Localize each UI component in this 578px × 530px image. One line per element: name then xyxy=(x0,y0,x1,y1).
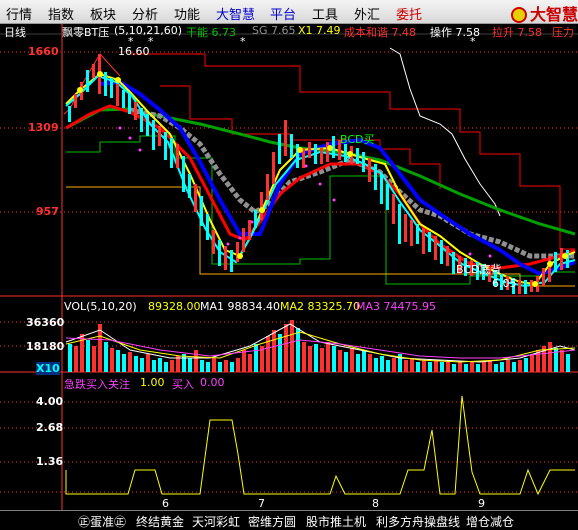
period-label[interactable]: 日线 xyxy=(4,24,26,40)
date-label-7: 7 xyxy=(258,497,265,510)
menu-quotes[interactable]: 行情 xyxy=(6,4,32,23)
signal-label-high: 4.00 xyxy=(36,395,64,408)
vol-ma3: MA3 74475.95 xyxy=(356,300,436,313)
tab-zengcang[interactable]: 增仓减仓 xyxy=(466,513,514,530)
vol-unit-label: X10 xyxy=(36,362,60,375)
tab-tuituji[interactable]: 股市推土机 xyxy=(306,513,366,530)
brand-logo-icon xyxy=(510,7,527,23)
date-label-6: 6 xyxy=(162,497,169,510)
price-label-low: 957 xyxy=(36,205,59,218)
low-price-label: 6.05 xyxy=(492,277,517,290)
indicator-value-6: 拉升 7.58 xyxy=(492,26,542,39)
bottom-annotation: BCD底背 xyxy=(456,263,502,276)
brand-logo: 大智慧 xyxy=(510,1,578,25)
date-label-9: 9 xyxy=(478,497,485,510)
indicator-value-3: X1 7.49 xyxy=(298,24,341,37)
tab-liduo[interactable]: 利多方舟操盘线 xyxy=(376,513,460,530)
menu-function[interactable]: 功能 xyxy=(174,4,200,23)
signal-buy-value: 0.00 xyxy=(200,376,225,389)
menu-bar: 行情 指数 板块 分析 功能 大智慧 平台 工具 外汇 委托 大智慧 xyxy=(0,0,578,24)
star-marker-4: * xyxy=(470,35,476,48)
signal-label-low: 1.36 xyxy=(36,455,64,468)
high-price-label: 16.60 xyxy=(118,45,150,58)
indicator-tab-bar: ㊣蛋准㊣ 终结黄金 天河彩虹 密维方圆 股市推土机 利多方舟操盘线 增仓减仓 xyxy=(0,510,578,530)
menu-forex[interactable]: 外汇 xyxy=(354,4,380,23)
price-label-mid: 1309 xyxy=(28,121,59,134)
menu-platform[interactable]: 平台 xyxy=(270,4,296,23)
tab-tianhe[interactable]: 天河彩虹 xyxy=(192,513,240,530)
signal-title-value: 1.00 xyxy=(140,376,165,389)
tab-miwei[interactable]: 密维方圆 xyxy=(248,513,296,530)
vol-label-mid: 18180 xyxy=(26,340,65,353)
menu-index[interactable]: 指数 xyxy=(48,4,74,23)
indicator-name[interactable]: 飘零BT压 xyxy=(62,24,109,40)
date-label-8: 8 xyxy=(372,497,379,510)
vol-label-high: 36360 xyxy=(26,316,65,329)
indicator-value-4: 成本和谐 7.48 xyxy=(344,26,416,39)
signal-title[interactable]: 急跌买入关注 xyxy=(64,376,130,392)
menu-trade[interactable]: 委托 xyxy=(396,4,422,23)
tab-zhongjie[interactable]: 终结黄金 xyxy=(136,513,184,530)
star-marker-3: * xyxy=(240,35,246,48)
menu-sector[interactable]: 板块 xyxy=(90,4,116,23)
indicator-value-2: SG 7.65 xyxy=(252,24,296,37)
vol-value: 89328.00 xyxy=(148,300,201,313)
signal-label-mid: 2.68 xyxy=(36,421,64,434)
menu-dzh[interactable]: 大智慧 xyxy=(216,4,255,23)
buy-annotation: BCD买 xyxy=(340,133,375,146)
volume-bars xyxy=(68,320,570,372)
indicator-value-7: 压力 xyxy=(552,26,574,39)
indicator-value-1: 干能 6.73 xyxy=(186,26,236,39)
vol-title[interactable]: VOL(5,10,20) xyxy=(64,300,137,313)
price-label-high: 1660 xyxy=(28,45,59,58)
menu-analysis[interactable]: 分析 xyxy=(132,4,158,23)
brand-name: 大智慧 xyxy=(529,5,578,24)
signal-buy-label: 买入 xyxy=(172,378,194,391)
tab-danzhun[interactable]: ㊣蛋准㊣ xyxy=(78,513,126,530)
vol-ma1: MA1 98834.40 xyxy=(200,300,280,313)
vol-ma2: MA2 83325.70 xyxy=(280,300,360,313)
menu-tools[interactable]: 工具 xyxy=(312,4,338,23)
candlesticks xyxy=(68,54,569,294)
